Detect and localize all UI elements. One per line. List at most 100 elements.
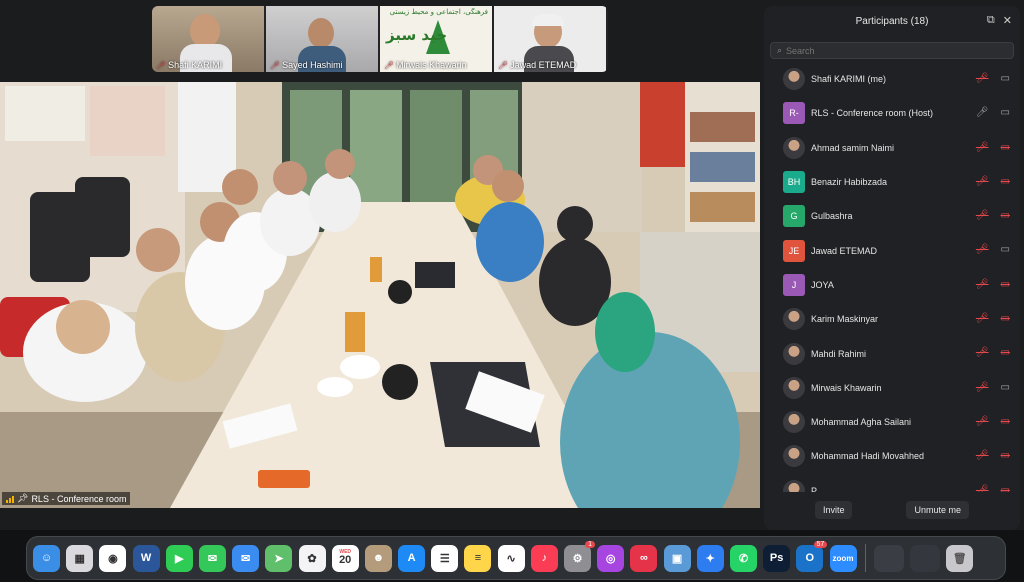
participant-row[interactable]: Ahmad samim Naimi 🎤︎ ▭: [764, 131, 1020, 165]
dock-glyph: W: [140, 552, 152, 564]
mic-muted-icon: 🎤︎: [975, 347, 989, 359]
main-video[interactable]: 📌︎ RLS - Conference room: [0, 82, 760, 508]
participant-name: Jawad ETEMAD: [811, 245, 878, 256]
mic-muted-icon: 🎤︎: [975, 278, 989, 290]
dock-glyph: ☻: [372, 552, 385, 564]
participant-row[interactable]: Karim Maskinyar 🎤︎ ▭: [764, 302, 1020, 336]
participant-search[interactable]: ⌕: [770, 42, 1014, 59]
participant-row[interactable]: Mohammad Hadi Movahhed 🎤︎ ▭: [764, 439, 1020, 473]
unmute-me-button[interactable]: Unmute me: [906, 501, 970, 519]
close-icon[interactable]: ✕: [1003, 14, 1012, 27]
dock-system-settings-icon[interactable]: ⚙ 1: [564, 540, 595, 572]
participant-row[interactable]: J JOYA 🎤︎ ▭: [764, 268, 1020, 302]
participant-status-icons: 🎤︎ ▭: [976, 347, 1010, 358]
dock-podcasts-icon[interactable]: ◎: [597, 544, 625, 572]
thumbnail-name: 🎤︎ Shafi KARIMI: [156, 60, 223, 70]
dock-glyph: ◎: [605, 552, 616, 565]
dock-glyph: 20: [339, 554, 352, 566]
video-on-icon: ▭: [1000, 381, 1010, 393]
dock-whatsapp-icon[interactable]: ✆: [729, 544, 757, 572]
signal-bars-icon: [6, 495, 14, 503]
participant-row[interactable]: Shafi KARIMI (me) 🎤︎ ▭: [764, 62, 1020, 96]
dock-glyph: ▶: [175, 552, 184, 565]
participant-row[interactable]: R- RLS - Conference room (Host) 🎤︎ ▭: [764, 96, 1020, 130]
participant-row[interactable]: Mohammad Agha Sailani 🎤︎ ▭: [764, 405, 1020, 439]
participant-name: Ahmad samim Naimi: [811, 142, 895, 153]
trash-icon[interactable]: 🗑: [946, 544, 974, 572]
video-on-icon: ▭: [1000, 73, 1010, 84]
participant-avatar: G: [783, 205, 805, 228]
thumbnail-name: 🎤︎ Jawad ETEMAD: [498, 60, 577, 70]
dock-maps-icon[interactable]: ➤: [265, 544, 293, 572]
mic-muted-icon: 🎤︎: [156, 60, 167, 70]
dock-app-store-icon[interactable]: A: [398, 544, 426, 572]
dock-window-preview[interactable]: [873, 544, 904, 572]
thumbnail-video[interactable]: 🎤︎ Shafi KARIMI: [152, 6, 264, 72]
participant-row[interactable]: JE Jawad ETEMAD 🎤︎ ▭: [764, 233, 1020, 267]
dock-glyph: ◉: [108, 552, 118, 565]
participant-row[interactable]: Mirwais Khawarin 🎤︎ ▭: [764, 371, 1020, 405]
participant-avatar-photo: [783, 308, 805, 331]
dock-glyph: ⚙: [572, 552, 583, 565]
participant-row[interactable]: G Gulbashra 🎤︎ ▭: [764, 199, 1020, 233]
conference-room-scene: [0, 82, 760, 508]
participant-status-icons: 🎤︎ ▭: [976, 210, 1010, 221]
participant-avatar-photo: [783, 136, 805, 159]
dock-music-icon[interactable]: ♪: [530, 544, 558, 572]
participant-row[interactable]: Mahdi Rahimi 🎤︎ ▭: [764, 336, 1020, 370]
dock-messages-icon[interactable]: ✉: [198, 544, 226, 572]
dock-outlook-icon[interactable]: O 57: [796, 540, 828, 572]
dock-glyph: O: [805, 552, 815, 564]
video-off-icon: ▭: [1000, 415, 1010, 427]
notification-badge: 1: [585, 540, 595, 548]
search-icon: ⌕: [777, 45, 783, 55]
dock-photos-icon[interactable]: ✿: [298, 544, 326, 572]
thumbnail-video[interactable]: فرهنگی، اجتماعی و محیط زیستی جید سبز 🎤︎ M…: [380, 6, 492, 72]
dock-safari-icon[interactable]: ✦: [696, 544, 724, 572]
search-input[interactable]: [786, 45, 987, 56]
dock-window-preview[interactable]: [910, 544, 941, 572]
dock-glyph: ▣: [671, 552, 683, 565]
dock-glyph: A: [407, 552, 416, 564]
mic-muted-icon: 🎤︎: [270, 60, 281, 70]
dock-preview-icon[interactable]: ▣: [663, 544, 691, 572]
dock-contacts-icon[interactable]: ☻: [364, 544, 392, 572]
mic-on-icon: 🎤︎: [975, 107, 989, 119]
participant-status-icons: 🎤︎ ▭: [976, 279, 1010, 290]
participants-panel: Participants (18) ⧉ ✕ ⌕ Shafi KARIMI (me…: [764, 6, 1020, 530]
dock-launchpad-icon[interactable]: ▦: [66, 544, 94, 572]
dock-reminders-icon[interactable]: ☰: [431, 544, 459, 572]
mic-muted-icon: 🎤︎: [975, 141, 989, 153]
dock-notes-icon[interactable]: ≡: [464, 544, 492, 572]
participant-avatar-photo: [783, 342, 805, 365]
invite-button[interactable]: Invite: [814, 501, 853, 519]
pop-out-icon[interactable]: ⧉: [987, 14, 995, 27]
participants-footer: Invite Unmute me: [764, 490, 1020, 530]
participant-status-icons: 🎤︎ ▭: [976, 313, 1010, 324]
dock-glyph: ☰: [439, 552, 450, 565]
video-off-icon: ▭: [1000, 278, 1010, 290]
participant-name: Karim Maskinyar: [811, 314, 879, 325]
thumbnail-video[interactable]: 🎤︎ Sayed Hashimi: [266, 6, 378, 72]
mic-muted-icon: 🎤︎: [384, 60, 395, 70]
participants-list[interactable]: Shafi KARIMI (me) 🎤︎ ▭ R- RLS - Conference r…: [764, 62, 1020, 492]
dock-glyph: ✦: [705, 552, 715, 565]
mic-muted-icon: 🎤︎: [975, 313, 989, 325]
dock-freeform-icon[interactable]: ∿: [497, 544, 525, 572]
dock-word-icon[interactable]: W: [132, 544, 160, 572]
dock-mail-icon[interactable]: ✉: [232, 544, 260, 572]
dock-calendar-icon[interactable]: WED 20: [331, 544, 359, 572]
mic-muted-icon: 🎤︎: [975, 175, 989, 187]
participant-name: JOYA: [811, 279, 834, 290]
thumbnail-name: 🎤︎ Mirwais Khawarin: [384, 60, 467, 70]
dock-photoshop-icon[interactable]: Ps: [763, 544, 791, 572]
dock-creative-cloud-icon[interactable]: ∞: [630, 544, 658, 572]
dock-finder-icon[interactable]: ☺: [33, 544, 60, 572]
thumbnail-video[interactable]: 🎤︎ Jawad ETEMAD: [494, 6, 606, 72]
dock-chrome-icon[interactable]: ◉: [99, 544, 127, 572]
dock-facetime-icon[interactable]: ▶: [165, 544, 193, 572]
dock-glyph: ≡: [474, 552, 482, 564]
participant-row[interactable]: BH Benazir Habibzada 🎤︎ ▭: [764, 165, 1020, 199]
participant-name: Mohammad Hadi Movahhed: [811, 451, 925, 462]
dock-zoom-icon[interactable]: zoom: [829, 544, 857, 572]
